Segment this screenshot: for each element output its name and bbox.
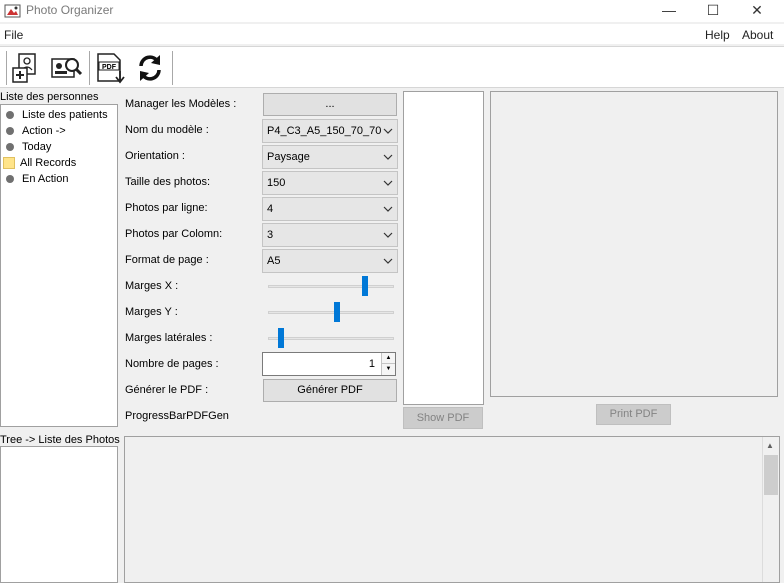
bullet-icon [6,111,14,119]
progress-label: ProgressBarPDFGen [125,410,229,422]
add-record-icon[interactable] [10,51,44,85]
tree-item-action[interactable]: Action -> [5,123,66,139]
pages-stepper[interactable]: 1 ▲ ▼ [262,352,396,376]
close-button[interactable]: ✕ [734,0,780,22]
menu-bar: File Help About [0,24,784,44]
bullet-icon [6,143,14,151]
chevron-down-icon [383,154,393,160]
pages-value: 1 [368,358,375,370]
photo-size-label: Taille des photos: [125,176,210,188]
generate-pdf-button[interactable]: Générer PDF [263,379,397,402]
bullet-icon [6,127,14,135]
model-select[interactable]: P4_C3_A5_150_70_70 [262,119,398,143]
photo-size-select[interactable]: 150 [262,171,398,195]
print-pdf-button[interactable]: Print PDF [596,404,671,425]
menu-file[interactable]: File [4,28,23,42]
chevron-down-icon [383,128,393,134]
per-column-select[interactable]: 3 [262,223,398,247]
chevron-down-icon [383,206,393,212]
persons-tree-title: Liste des personnes [0,91,99,103]
per-line-label: Photos par ligne: [125,202,208,214]
margin-y-slider-thumb[interactable] [334,302,340,322]
photo-size-value: 150 [267,177,286,189]
per-line-value: 4 [267,203,274,215]
chevron-down-icon [383,180,393,186]
stepper-up-icon[interactable]: ▲ [382,353,395,364]
chevron-down-icon [383,232,393,238]
manage-models-button[interactable]: ... [263,93,397,116]
maximize-button[interactable]: ☐ [690,0,736,22]
page-format-label: Format de page : [125,254,209,266]
stepper-down-icon[interactable]: ▼ [382,364,395,375]
photos-tree [0,446,118,583]
title-bar: Photo Organizer — ☐ ✕ [0,0,784,22]
show-pdf-button[interactable]: Show PDF [403,407,483,429]
stepper-buttons: ▲ ▼ [381,353,395,375]
menu-help[interactable]: Help [705,28,730,42]
chevron-down-icon [383,258,393,264]
orientation-label: Orientation : [125,150,185,162]
margin-side-slider-thumb[interactable] [277,328,284,348]
per-column-value: 3 [267,229,274,241]
margin-y-label: Marges Y : [125,306,178,318]
row-progress: ProgressBarPDFGen [124,404,399,430]
minimize-button[interactable]: — [646,0,692,22]
row-per-column: Photos par Colomn: 3 [124,222,399,248]
orientation-select[interactable]: Paysage [262,145,398,169]
per-line-select[interactable]: 4 [262,197,398,221]
photos-tree-title: Tree -> Liste des Photos [0,434,120,446]
toolbar-separator [89,51,90,85]
bullet-icon [6,175,14,183]
menu-about[interactable]: About [742,28,773,42]
pdf-icon-label: PDF [102,64,117,71]
scrollbar-thumb[interactable] [764,455,778,495]
row-pages: Nombre de pages : 1 ▲ ▼ [124,352,399,378]
row-manager: Manager les Modèles : ... [124,92,399,118]
page-format-select[interactable]: A5 [262,249,398,273]
orientation-value: Paysage [267,151,310,163]
toolbar-separator [172,51,173,85]
tree-item-today[interactable]: Today [5,139,51,155]
margin-x-slider-thumb[interactable] [361,276,368,296]
scroll-up-icon[interactable]: ▲ [766,441,774,450]
row-generate: Générer le PDF : Générer PDF [124,378,399,404]
row-margin-side: Marges latérales : [124,326,399,352]
row-page-format: Format de page : A5 [124,248,399,274]
photo-grid-area: ▲ [124,436,780,583]
tree-item-patients[interactable]: Liste des patients [5,107,108,123]
persons-tree: Liste des patients Action -> Today All R… [0,104,118,427]
toolbar: PDF [0,46,784,88]
pdf-list-panel [403,91,484,405]
row-margin-y: Marges Y : [124,300,399,326]
toolbar-separator [6,51,7,85]
generate-label: Générer le PDF : [125,384,209,396]
row-per-line: Photos par ligne: 4 [124,196,399,222]
page-format-value: A5 [267,255,281,267]
tree-item-en-action[interactable]: En Action [5,171,68,187]
margin-side-label: Marges latérales : [125,332,213,344]
manager-label: Manager les Modèles : [125,98,237,110]
tree-item-all-records[interactable]: All Records [3,155,76,171]
search-record-icon[interactable] [49,51,83,85]
row-margin-x: Marges X : [124,274,399,300]
window-title: Photo Organizer [26,3,114,17]
row-orientation: Orientation : Paysage [124,144,399,170]
pdf-export-icon[interactable]: PDF [94,51,128,85]
refresh-icon[interactable] [133,51,167,85]
margin-x-slider[interactable] [268,285,394,288]
app-icon [4,4,21,18]
model-value: P4_C3_A5_150_70_70 [267,125,382,137]
pdf-preview-panel [490,91,778,397]
model-label: Nom du modèle : [125,124,209,136]
pages-label: Nombre de pages : [125,358,219,370]
margin-side-slider[interactable] [268,337,394,340]
per-column-label: Photos par Colomn: [125,228,223,240]
margin-y-slider[interactable] [268,311,394,314]
row-model: Nom du modèle : P4_C3_A5_150_70_70 [124,118,399,144]
vertical-scrollbar[interactable]: ▲ [762,437,779,582]
folder-icon [3,157,15,169]
row-photo-size: Taille des photos: 150 [124,170,399,196]
margin-x-label: Marges X : [125,280,179,292]
